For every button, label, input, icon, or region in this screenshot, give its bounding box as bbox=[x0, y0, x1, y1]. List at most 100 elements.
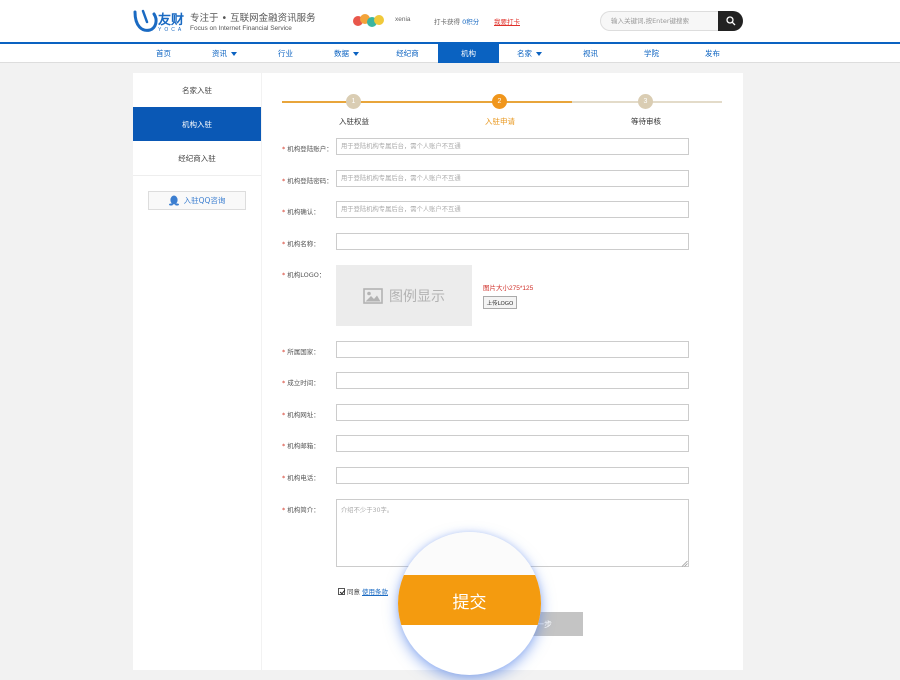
website-label: * 机构网址： bbox=[282, 409, 320, 419]
country-input[interactable] bbox=[336, 341, 689, 358]
account-input[interactable] bbox=[336, 138, 689, 155]
password-input[interactable] bbox=[336, 170, 689, 187]
nav-item-label: 名家 bbox=[517, 49, 532, 58]
username[interactable]: xenia bbox=[395, 16, 411, 23]
main-nav: 首页 资讯 行业 数据 经纪商 机构 名家 视讯 学院 发布 bbox=[0, 42, 900, 63]
chevron-down-icon bbox=[536, 51, 542, 56]
nav-item-label: 经纪商 bbox=[396, 49, 419, 58]
checkin-label: 打卡获得 bbox=[434, 18, 460, 26]
confirm-label: * 机构确认： bbox=[282, 206, 320, 216]
nav-item-label: 视讯 bbox=[583, 49, 598, 58]
email-input[interactable] bbox=[336, 435, 689, 452]
qq-consult-label: 入驻QQ咨询 bbox=[183, 196, 226, 205]
nav-list: 首页 资讯 行业 数据 经纪商 机构 名家 视讯 学院 发布 bbox=[133, 44, 743, 63]
website-input[interactable] bbox=[336, 404, 689, 421]
image-placeholder-icon bbox=[363, 287, 383, 304]
nav-item-8[interactable]: 学院 bbox=[621, 44, 682, 63]
required-mark: * bbox=[282, 271, 286, 279]
sidebar: 名家入驻 机构入驻 经纪商入驻 入驻QQ咨询 bbox=[133, 73, 261, 670]
step-2-label: 入驻申请 bbox=[485, 117, 515, 126]
nav-item-4[interactable]: 经纪商 bbox=[377, 44, 438, 63]
qq-penguin-icon bbox=[168, 195, 179, 206]
logo-label-text: 机构LOGO： bbox=[287, 271, 326, 279]
resize-grip-icon[interactable] bbox=[681, 560, 688, 567]
nav-item-1[interactable]: 资讯 bbox=[194, 44, 255, 63]
intro-label: * 机构简介： bbox=[282, 504, 320, 514]
sidebar-item-broker[interactable]: 经纪商入驻 bbox=[133, 141, 261, 175]
sidebar-item-label: 经纪商入驻 bbox=[178, 153, 216, 163]
required-mark: * bbox=[282, 240, 286, 248]
logo-placeholder-text: 图例显示 bbox=[389, 288, 445, 305]
account-label-text: 机构登陆账户： bbox=[287, 145, 333, 153]
search-icon bbox=[725, 16, 735, 26]
logo-label: * 机构LOGO： bbox=[282, 269, 325, 279]
agree-label: 同意 bbox=[347, 588, 360, 596]
phone-input[interactable] bbox=[336, 467, 689, 484]
terms-link[interactable]: 使用条款 bbox=[362, 586, 388, 596]
required-mark: * bbox=[282, 177, 286, 185]
country-label-text: 所属国家： bbox=[287, 348, 320, 356]
required-mark: * bbox=[282, 145, 286, 153]
phone-label: * 机构电话： bbox=[282, 472, 320, 482]
nav-item-5[interactable]: 机构 bbox=[438, 44, 499, 63]
checkin-info: 打卡获得 0积分 bbox=[434, 16, 479, 26]
name-input[interactable] bbox=[336, 233, 689, 250]
logo-subtext: YOCA bbox=[158, 27, 185, 33]
points-value: 0积分 bbox=[462, 18, 480, 26]
nav-item-0[interactable]: 首页 bbox=[133, 44, 194, 63]
name-label: * 机构名称： bbox=[282, 238, 320, 248]
agree-terms: 同意 使用条款 bbox=[338, 586, 388, 596]
required-mark: * bbox=[282, 379, 286, 387]
sidebar-item-expert[interactable]: 名家入驻 bbox=[133, 73, 261, 107]
nav-item-label: 数据 bbox=[334, 49, 349, 58]
email-label: * 机构邮箱： bbox=[282, 440, 320, 450]
chevron-down-icon bbox=[231, 51, 237, 56]
chevron-down-icon bbox=[353, 51, 359, 56]
step-2-number: 2 bbox=[497, 98, 502, 105]
search-input[interactable] bbox=[600, 11, 720, 31]
name-label-text: 机构名称： bbox=[287, 240, 320, 248]
required-mark: * bbox=[282, 442, 286, 450]
checkin-link[interactable]: 我要打卡 bbox=[494, 16, 520, 26]
confirm-input[interactable] bbox=[336, 201, 689, 218]
upload-logo-button[interactable]: 上传LOGO bbox=[483, 296, 517, 309]
founded-label: * 成立时间： bbox=[282, 377, 320, 387]
step-2-circle: 2 bbox=[492, 94, 507, 109]
magnifier-background bbox=[398, 532, 541, 575]
nav-item-7[interactable]: 视讯 bbox=[560, 44, 621, 63]
user-badge-icon[interactable] bbox=[352, 13, 386, 29]
step-3-circle: 3 bbox=[638, 94, 653, 109]
nav-item-label: 机构 bbox=[461, 49, 476, 58]
founded-input[interactable] bbox=[336, 372, 689, 389]
email-label-text: 机构邮箱： bbox=[287, 442, 320, 450]
step-3-label: 等待审核 bbox=[631, 117, 661, 126]
confirm-label-text: 机构确认： bbox=[287, 208, 320, 216]
submit-button[interactable]: 提交 bbox=[398, 575, 541, 625]
password-label: * 机构登陆密码： bbox=[282, 175, 333, 185]
required-mark: * bbox=[282, 474, 286, 482]
nav-item-label: 学院 bbox=[644, 49, 659, 58]
nav-item-6[interactable]: 名家 bbox=[499, 44, 560, 63]
nav-item-label: 发布 bbox=[705, 49, 720, 58]
required-mark: * bbox=[282, 506, 286, 514]
top-header: 友财 YOCA 专注于 • 互联网金融资讯服务 Focus on Interne… bbox=[0, 0, 900, 42]
sidebar-item-institution[interactable]: 机构入驻 bbox=[133, 107, 261, 141]
required-mark: * bbox=[282, 208, 286, 216]
sidebar-item-label: 机构入驻 bbox=[182, 119, 212, 129]
nav-item-9[interactable]: 发布 bbox=[682, 44, 743, 63]
country-label: * 所属国家： bbox=[282, 346, 320, 356]
step-3-number: 3 bbox=[643, 98, 648, 105]
nav-item-3[interactable]: 数据 bbox=[316, 44, 377, 63]
step-1-number: 1 bbox=[351, 98, 356, 105]
required-mark: * bbox=[282, 348, 286, 356]
search-button[interactable] bbox=[718, 11, 743, 31]
agree-checkbox[interactable] bbox=[338, 587, 345, 595]
step-1-circle: 1 bbox=[346, 94, 361, 109]
slogan-english: Focus on Internet Financial Service bbox=[190, 25, 292, 32]
account-label: * 机构登陆账户： bbox=[282, 143, 333, 153]
nav-item-2[interactable]: 行业 bbox=[255, 44, 316, 63]
sidebar-item-label: 名家入驻 bbox=[182, 85, 212, 95]
nav-item-label: 资讯 bbox=[212, 49, 227, 58]
qq-consult-button[interactable]: 入驻QQ咨询 bbox=[148, 191, 246, 210]
password-label-text: 机构登陆密码： bbox=[287, 177, 333, 185]
